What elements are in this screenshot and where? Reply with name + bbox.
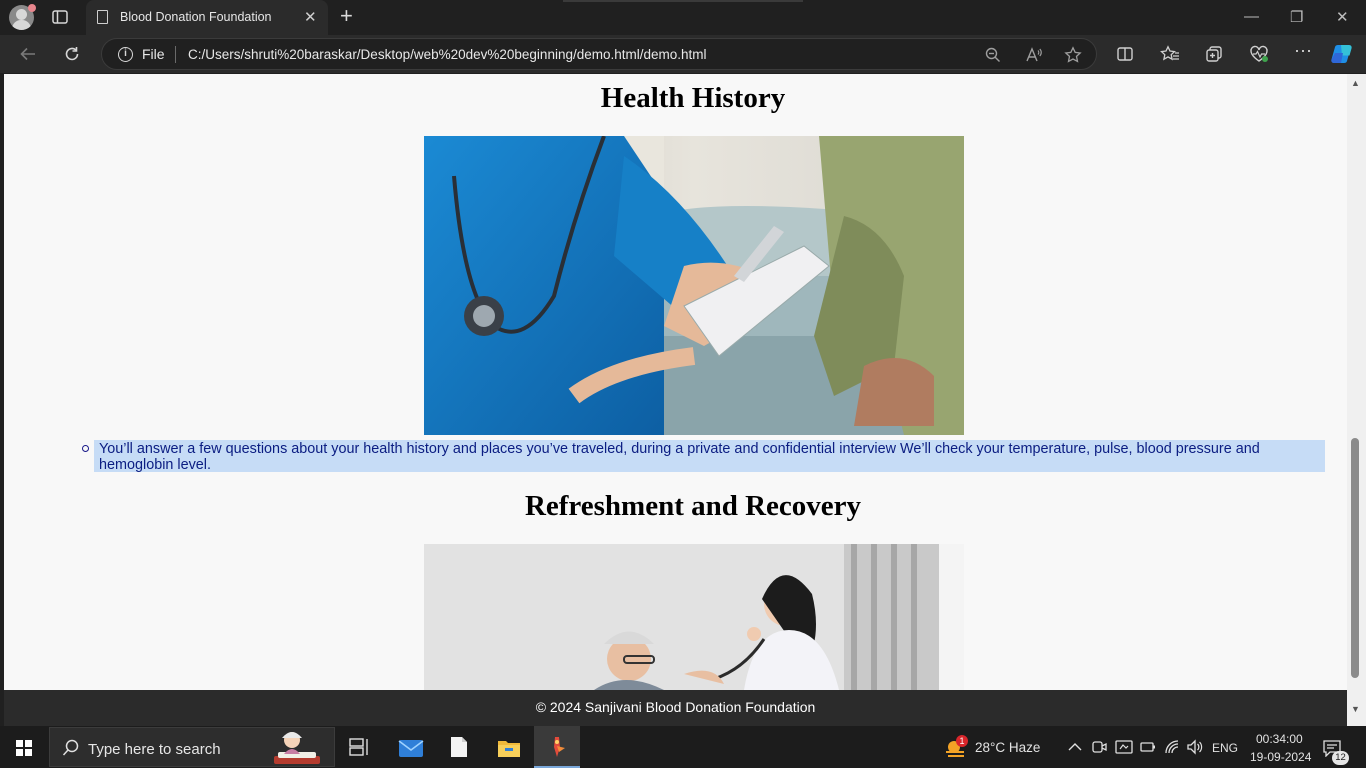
list-item-health-interview[interactable]: You’ll answer a few questions about your… xyxy=(99,441,1269,473)
projector-icon[interactable] xyxy=(1115,739,1133,755)
section-heading-refreshment: Refreshment and Recovery xyxy=(524,490,862,522)
wifi-icon[interactable] xyxy=(1164,739,1180,755)
mail-app-icon[interactable] xyxy=(398,738,424,758)
restore-button[interactable]: ❐ xyxy=(1290,8,1303,26)
scroll-up-arrow-icon[interactable]: ▲ xyxy=(1351,78,1360,88)
close-tab-icon[interactable]: ✕ xyxy=(304,8,317,26)
copilot-icon[interactable] xyxy=(1330,42,1356,66)
start-windows-icon[interactable] xyxy=(16,740,32,756)
section-heading-health-history: Health History xyxy=(600,82,786,114)
split-screen-icon[interactable] xyxy=(1116,45,1134,63)
list-bullet xyxy=(82,445,89,452)
collections-icon[interactable] xyxy=(1205,45,1223,63)
refreshment-recovery-photo xyxy=(424,544,964,690)
language-indicator[interactable]: ENG xyxy=(1212,741,1238,755)
url-text[interactable]: C:/Users/shruti%20baraskar/Desktop/web%2… xyxy=(188,47,707,62)
notification-count-badge: 12 xyxy=(1332,751,1349,765)
battery-icon[interactable] xyxy=(1140,741,1156,753)
page-content: Health History You’ll answer a few quest… xyxy=(4,74,1347,690)
page-footer: © 2024 Sanjivani Blood Donation Foundati… xyxy=(4,690,1347,726)
profile-notification-dot xyxy=(28,4,36,12)
vertical-scrollbar[interactable]: ▲ ▼ xyxy=(1347,74,1366,726)
show-hidden-icons-chevron-icon[interactable] xyxy=(1068,742,1082,752)
settings-more-icon[interactable]: ⋯ xyxy=(1294,41,1312,62)
task-view-icon[interactable] xyxy=(349,738,371,756)
clock-time[interactable]: 00:34:00 xyxy=(1256,732,1303,746)
clock-date[interactable]: 19-09-2024 xyxy=(1250,750,1311,764)
search-highlight-illustration-icon xyxy=(274,732,320,764)
read-aloud-icon[interactable] xyxy=(1025,46,1043,64)
minimize-button[interactable]: — xyxy=(1244,8,1259,25)
new-tab-button[interactable]: + xyxy=(340,5,353,27)
active-tab[interactable]: Blood Donation Foundation ✕ xyxy=(86,0,328,35)
tab-title: Blood Donation Foundation xyxy=(120,10,272,24)
address-bar[interactable]: i File C:/Users/shruti%20baraskar/Deskto… xyxy=(101,38,1097,70)
footer-copyright: © 2024 Sanjivani Blood Donation Foundati… xyxy=(535,699,816,715)
search-placeholder: Type here to search xyxy=(88,741,221,758)
windows-taskbar: Type here to search 1 28°C Haze ENG 00:3… xyxy=(0,726,1366,768)
close-window-button[interactable]: ✕ xyxy=(1336,8,1349,26)
zoom-out-icon[interactable] xyxy=(985,47,1001,63)
site-info-icon[interactable]: i xyxy=(118,47,133,62)
paint-app-icon xyxy=(554,737,565,757)
file-label: File xyxy=(142,46,165,62)
browser-essentials-icon[interactable] xyxy=(1249,45,1269,63)
scrollbar-thumb[interactable] xyxy=(1351,438,1359,678)
favorites-icon[interactable] xyxy=(1160,45,1180,63)
taskbar-search-box[interactable]: Type here to search xyxy=(49,727,335,767)
scroll-down-arrow-icon[interactable]: ▼ xyxy=(1351,704,1360,714)
search-icon xyxy=(62,739,79,756)
back-icon[interactable] xyxy=(19,45,37,63)
file-explorer-icon[interactable] xyxy=(497,738,521,758)
divider xyxy=(175,46,176,63)
tab-actions-icon[interactable] xyxy=(50,7,70,27)
favorite-star-icon[interactable] xyxy=(1064,46,1082,64)
page-icon xyxy=(97,10,108,24)
meet-now-icon[interactable] xyxy=(1091,739,1107,755)
health-history-photo xyxy=(424,136,964,435)
weather-alert-badge: 1 xyxy=(956,735,968,747)
weather-text[interactable]: 28°C Haze xyxy=(975,740,1040,755)
refresh-icon[interactable] xyxy=(63,45,81,63)
active-app-taskbar-button[interactable] xyxy=(534,726,580,768)
tab-strip: Blood Donation Foundation ✕ + — ❐ ✕ xyxy=(0,0,1366,35)
notepad-file-icon[interactable] xyxy=(450,736,468,758)
volume-icon[interactable] xyxy=(1186,739,1204,755)
drag-region xyxy=(563,0,803,2)
navigation-bar: i File C:/Users/shruti%20baraskar/Deskto… xyxy=(0,35,1366,73)
